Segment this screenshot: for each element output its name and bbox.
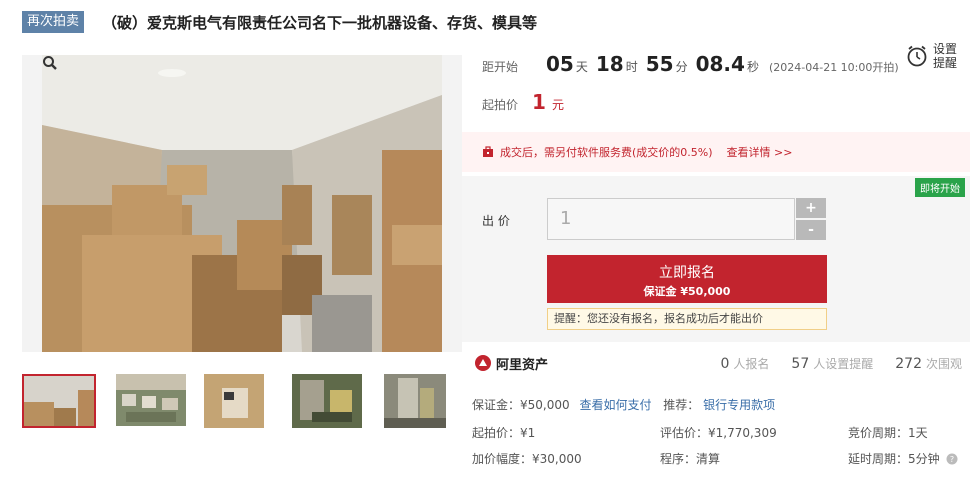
countdown-days: 05	[546, 52, 574, 76]
start-price-unit: 元	[551, 98, 564, 112]
decrease-button[interactable]: -	[796, 220, 826, 240]
deposit-info: 保证金：¥50,000	[472, 398, 570, 412]
view-count-unit: 次围观	[925, 356, 962, 371]
countdown-seconds: 08.4	[695, 52, 745, 76]
start-time: (2024-04-21 10:00开拍)	[768, 61, 899, 74]
thumbnail-1[interactable]	[22, 374, 96, 428]
service-fee-notice: 成交后，需另付软件服务费(成交价的0.5%) 查看详情 >>	[462, 132, 970, 172]
warehouse-photo	[42, 55, 442, 352]
page-title: （破）爱克斯电气有限责任公司名下一批机器设备、存货、模具等	[102, 13, 538, 32]
start-price-label: 起拍价	[482, 98, 519, 112]
increment-info: 加价幅度：¥30,000	[472, 452, 582, 466]
thumbnail-3[interactable]	[204, 374, 278, 428]
countdown: 距开始 05 天 18 时 55 分 08.4 秒 (2024-04-21 10…	[482, 52, 899, 76]
signup-button[interactable]: 立即报名 保证金 ¥50,000	[547, 255, 827, 303]
thumbnail-image	[204, 374, 264, 428]
thumbnail-5[interactable]	[384, 374, 458, 428]
bid-input[interactable]: 1	[547, 198, 795, 240]
bid-panel: 即将开始 出 价 1 + - 立即报名 保证金 ¥50,000 提醒：您还没有报…	[462, 176, 970, 342]
start-price-info: 起拍价：¥1	[472, 426, 536, 440]
countdown-hours: 18	[595, 52, 624, 76]
brand-name: 阿里资产	[496, 357, 549, 373]
thumbnail-4[interactable]	[292, 374, 366, 428]
thumbnail-image	[24, 376, 94, 426]
re-auction-badge: 再次拍卖	[22, 11, 85, 33]
notice-text: 成交后，需另付软件服务费(成交价的0.5%)	[500, 146, 713, 159]
countdown-days-unit: 天	[575, 60, 588, 74]
start-price-value: 1	[532, 90, 546, 114]
main-photo[interactable]	[22, 55, 462, 352]
signup-reminder: 提醒：您还没有报名，报名成功后才能出价	[547, 308, 827, 330]
view-count: 272	[895, 355, 922, 372]
help-icon[interactable]: ?	[946, 453, 958, 465]
alarm-clock-icon	[907, 45, 927, 67]
countdown-minutes-unit: 分	[675, 60, 688, 74]
signup-count-unit: 人报名	[733, 356, 770, 371]
auction-stats: 0 人报名 57 人设置提醒 272 次围观	[698, 355, 962, 372]
bank-payment-link[interactable]: 银行专用款项	[703, 398, 775, 412]
set-reminder-label: 设置提醒	[933, 42, 958, 70]
increase-button[interactable]: +	[796, 198, 826, 218]
thumbnail-image	[116, 374, 186, 426]
procedure-info: 程序：清算	[660, 452, 721, 466]
ali-assets-logo-icon	[475, 355, 491, 371]
zoom-icon[interactable]	[42, 55, 58, 71]
countdown-seconds-unit: 秒	[746, 60, 759, 74]
appraisal-info: 评估价：¥1,770,309	[660, 426, 777, 440]
set-reminder-button[interactable]: 设置提醒	[906, 42, 959, 70]
brand-row: 阿里资产 0 人报名 57 人设置提醒 272 次围观	[462, 348, 970, 378]
countdown-label: 距开始	[482, 60, 519, 74]
countdown-minutes: 55	[645, 52, 674, 76]
thumbnail-image	[292, 374, 362, 428]
cycle-info: 竞价周期：1天	[848, 426, 928, 440]
start-price: 起拍价 1 元	[482, 90, 564, 114]
reminder-count: 57	[791, 355, 810, 372]
svg-text:?: ?	[950, 455, 954, 464]
view-details-link[interactable]: 查看详情 >>	[727, 144, 793, 160]
how-to-pay-link[interactable]: 查看如何支付	[579, 398, 651, 412]
notice-icon	[483, 146, 493, 157]
signup-label: 立即报名	[659, 265, 715, 281]
title-bar: 再次拍卖 （破）爱克斯电气有限责任公司名下一批机器设备、存货、模具等	[22, 10, 537, 34]
signup-count: 0	[720, 355, 730, 372]
deposit-label: 保证金 ¥50,000	[643, 285, 731, 298]
reminder-count-unit: 人设置提醒	[813, 356, 874, 371]
countdown-hours-unit: 时	[625, 60, 638, 74]
thumbnail-image	[384, 374, 446, 428]
bid-label: 出 价	[482, 214, 510, 228]
status-badge: 即将开始	[915, 178, 965, 197]
thumbnail-2[interactable]	[116, 374, 190, 428]
recommend-label: 推荐：	[663, 398, 700, 412]
delay-info: 延时周期：5分钟	[848, 452, 940, 466]
